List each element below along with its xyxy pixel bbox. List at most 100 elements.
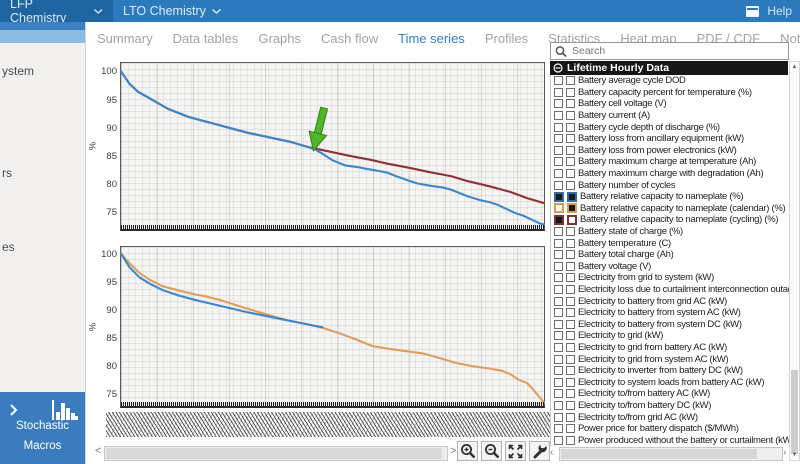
top-chart-checkbox[interactable]: [554, 203, 564, 213]
bottom-chart-checkbox[interactable]: [566, 320, 575, 329]
top-chart-checkbox[interactable]: [554, 192, 564, 202]
scroll-right-arrow[interactable]: >: [450, 445, 456, 457]
variable-row[interactable]: Battery relative capacity to nameplate (…: [551, 191, 789, 203]
variable-row[interactable]: Battery number of cycles: [551, 179, 789, 191]
top-chart-checkbox[interactable]: [554, 401, 563, 410]
top-chart-checkbox[interactable]: [554, 389, 563, 398]
top-chart-checkbox[interactable]: [554, 169, 563, 178]
variable-row[interactable]: Electricity to battery from system DC (k…: [551, 318, 789, 330]
bottom-chart-checkbox[interactable]: [566, 424, 575, 433]
bottom-chart-checkbox[interactable]: [566, 123, 575, 132]
bottom-chart-checkbox[interactable]: [566, 343, 575, 352]
top-chart-checkbox[interactable]: [554, 366, 563, 375]
zoom-in-button[interactable]: [457, 441, 478, 461]
top-chart-checkbox[interactable]: [554, 239, 563, 248]
top-chart-checkbox[interactable]: [554, 227, 563, 236]
bottom-chart-checkbox[interactable]: [566, 308, 575, 317]
bottom-chart-checkbox[interactable]: [566, 285, 575, 294]
variable-row[interactable]: Battery voltage (V): [551, 261, 789, 273]
top-chart-checkbox[interactable]: [554, 134, 563, 143]
top-chart-checkbox[interactable]: [554, 413, 563, 422]
bottom-chart-checkbox[interactable]: [566, 413, 575, 422]
top-chart-checkbox[interactable]: [554, 181, 563, 190]
bottom-chart-checkbox[interactable]: [566, 157, 575, 166]
top-chart-checkbox[interactable]: [554, 436, 563, 445]
variable-row[interactable]: Battery capacity percent for temperature…: [551, 87, 789, 99]
variable-row[interactable]: Electricity to/from battery DC (kW): [551, 400, 789, 412]
project-tab-lfp[interactable]: LFP Chemistry: [0, 0, 113, 22]
top-chart-checkbox[interactable]: [554, 331, 563, 340]
tab-profiles[interactable]: Profiles: [485, 31, 528, 46]
variable-row[interactable]: Electricity to/from grid AC (kW): [551, 411, 789, 423]
bottom-chart-checkbox[interactable]: [566, 297, 575, 306]
bottom-chart-checkbox[interactable]: [566, 355, 575, 364]
top-chart-checkbox[interactable]: [554, 88, 563, 97]
variable-row[interactable]: Electricity to grid from system AC (kW): [551, 353, 789, 365]
variable-row[interactable]: Battery maximum charge with degradation …: [551, 168, 789, 180]
bottom-chart-checkbox[interactable]: [566, 378, 575, 387]
bottom-chart-checkbox[interactable]: [566, 436, 575, 445]
bottom-chart-checkbox[interactable]: [567, 203, 577, 213]
top-chart-checkbox[interactable]: [554, 355, 563, 364]
tab-summary[interactable]: Summary: [97, 31, 153, 46]
variable-row[interactable]: Battery relative capacity to nameplate (…: [551, 214, 789, 226]
top-chart-checkbox[interactable]: [554, 308, 563, 317]
scroll-right-arrow[interactable]: ›: [783, 447, 786, 458]
variable-horizontal-scrollbar[interactable]: [559, 447, 783, 461]
top-chart-checkbox[interactable]: [554, 297, 563, 306]
variable-row[interactable]: Electricity loss due to curtailment inte…: [551, 284, 789, 296]
bottom-chart-checkbox[interactable]: [566, 366, 575, 375]
search-box[interactable]: [550, 42, 789, 60]
variable-row[interactable]: Electricity to grid from battery AC (kW): [551, 342, 789, 354]
help-button[interactable]: Help: [746, 0, 792, 22]
variable-row[interactable]: Electricity to battery from system AC (k…: [551, 307, 789, 319]
project-tab-lto[interactable]: LTO Chemistry: [113, 0, 231, 22]
bottom-chart-checkbox[interactable]: [566, 88, 575, 97]
variable-row[interactable]: Battery current (A): [551, 110, 789, 122]
bottom-chart-checkbox[interactable]: [566, 134, 575, 143]
bottom-chart-checkbox[interactable]: [566, 99, 575, 108]
scroll-left-arrow[interactable]: ‹: [550, 447, 553, 458]
top-chart-checkbox[interactable]: [554, 157, 563, 166]
bottom-chart-checkbox[interactable]: [566, 389, 575, 398]
variable-row[interactable]: Power price for battery dispatch ($/MWh): [551, 423, 789, 435]
scroll-left-arrow[interactable]: <: [95, 445, 101, 457]
sidebar-item-partial[interactable]: rs: [2, 166, 12, 180]
variable-row[interactable]: Battery cycle depth of discharge (%): [551, 121, 789, 133]
bottom-chart-checkbox[interactable]: [566, 273, 575, 282]
variable-row[interactable]: Battery cell voltage (V): [551, 98, 789, 110]
variable-row[interactable]: Electricity from grid to system (kW): [551, 272, 789, 284]
top-chart-checkbox[interactable]: [554, 123, 563, 132]
variable-row[interactable]: Battery average cycle DOD: [551, 75, 789, 87]
tab-cash-flow[interactable]: Cash flow: [321, 31, 378, 46]
tab-graphs[interactable]: Graphs: [258, 31, 301, 46]
variable-row[interactable]: Battery relative capacity to nameplate (…: [551, 203, 789, 215]
bottom-chart-checkbox[interactable]: [567, 215, 577, 225]
top-chart-checkbox[interactable]: [554, 111, 563, 120]
variable-row[interactable]: Electricity to/from battery AC (kW): [551, 388, 789, 400]
top-chart-checkbox[interactable]: [554, 76, 563, 85]
variable-row[interactable]: Electricity to inverter from battery DC …: [551, 365, 789, 377]
top-chart-checkbox[interactable]: [554, 215, 564, 225]
scrollbar-thumb[interactable]: [561, 449, 757, 459]
bottom-chart-checkbox[interactable]: [566, 76, 575, 85]
variable-row[interactable]: Battery maximum charge at temperature (A…: [551, 156, 789, 168]
top-chart-checkbox[interactable]: [554, 99, 563, 108]
top-chart-checkbox[interactable]: [554, 262, 563, 271]
bottom-chart-checkbox[interactable]: [566, 111, 575, 120]
top-chart-checkbox[interactable]: [554, 424, 563, 433]
stochastic-macros-panel[interactable]: Stochastic Macros: [0, 392, 85, 464]
variable-row[interactable]: Battery state of charge (%): [551, 226, 789, 238]
group-header-lifetime-hourly-data[interactable]: Lifetime Hourly Data: [550, 61, 788, 75]
zoom-out-button[interactable]: [481, 441, 502, 461]
scrollbar-thumb[interactable]: [106, 448, 442, 459]
search-input[interactable]: [572, 45, 788, 57]
bottom-chart-checkbox[interactable]: [566, 401, 575, 410]
sidebar-item-partial[interactable]: es: [2, 240, 15, 254]
sidebar-item-partial[interactable]: ystem: [2, 64, 34, 78]
tab-time-series[interactable]: Time series: [398, 31, 465, 46]
chart-horizontal-scrollbar[interactable]: [104, 446, 448, 461]
top-chart-checkbox[interactable]: [554, 146, 563, 155]
variable-vertical-scrollbar[interactable]: ▲ ▼: [789, 61, 800, 461]
time-series-chart-top[interactable]: % 1009590858075: [120, 62, 545, 231]
